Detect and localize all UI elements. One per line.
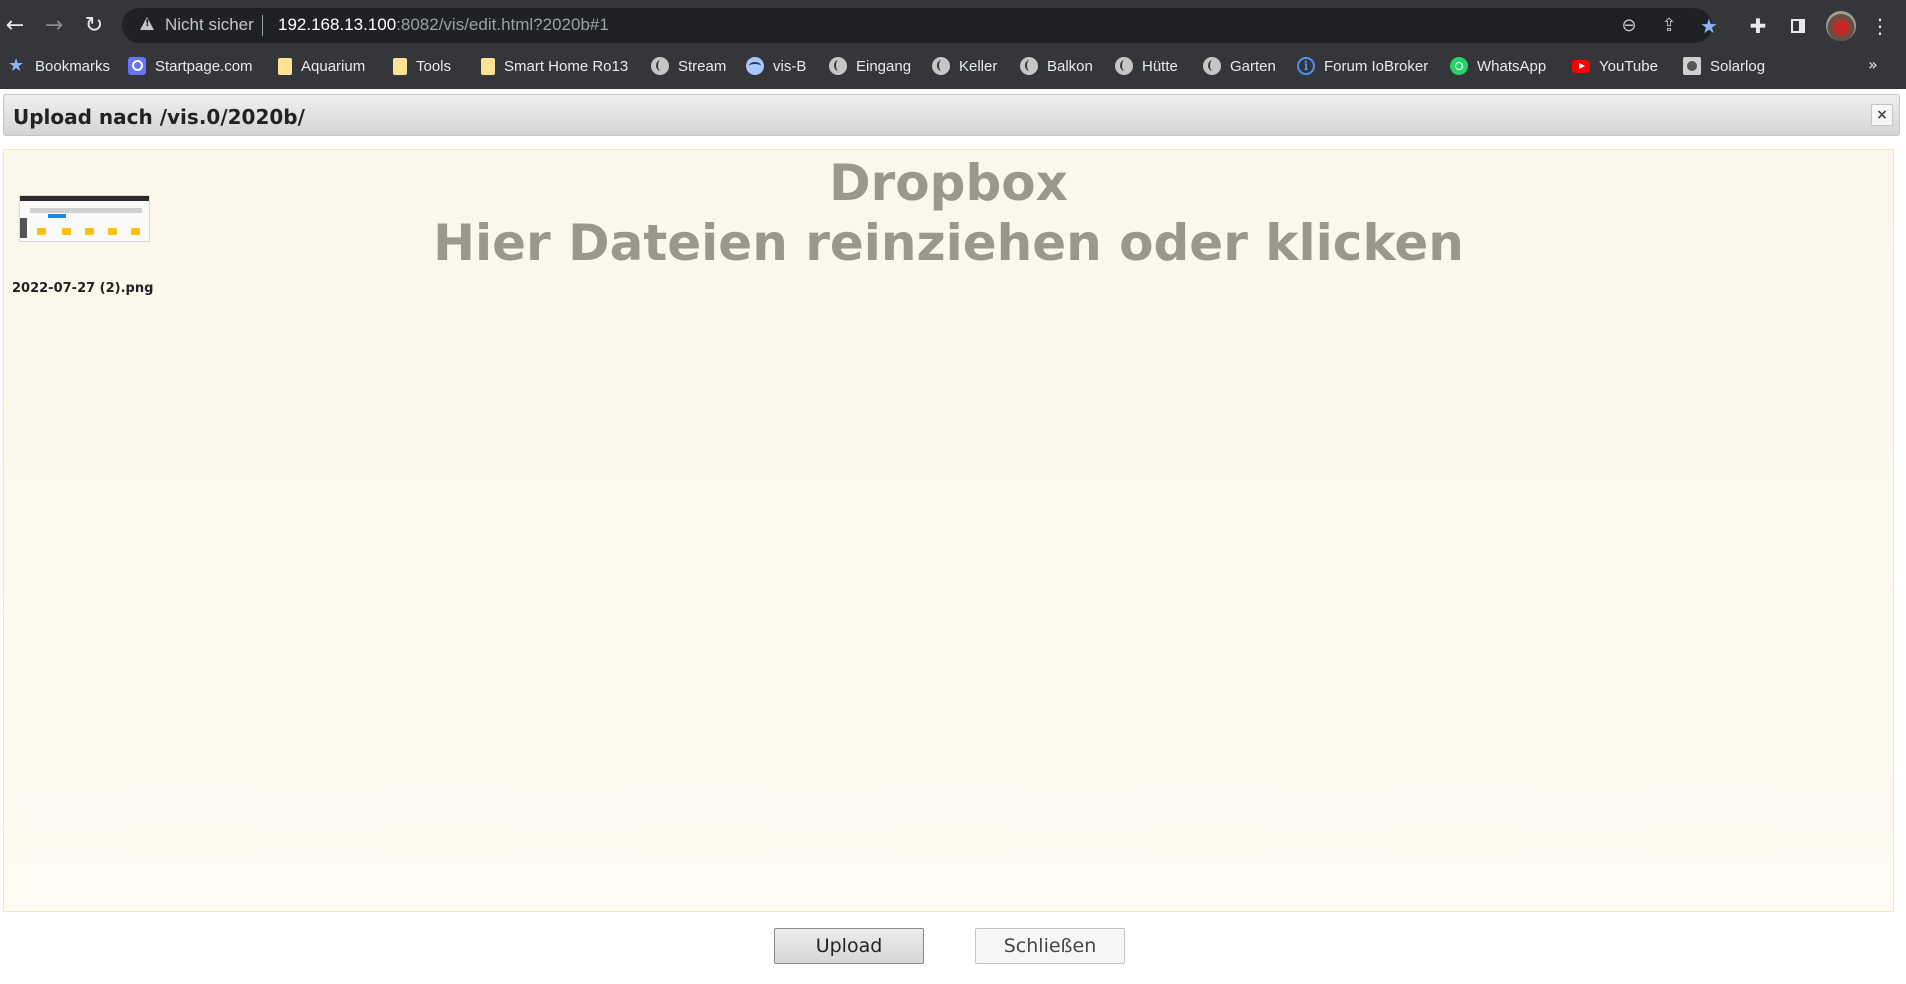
extensions-puzzle-icon[interactable]: ✚ [1744,12,1772,40]
bookmark-aquarium[interactable]: Aquarium [278,51,365,81]
folder-icon [62,228,71,235]
url-host: 192.168.13.100 [278,15,397,34]
bookmark-youtube[interactable]: YouTube [1572,51,1658,81]
profile-avatar[interactable] [1826,11,1856,41]
url-path: :8082/vis/edit.html?2020b#1 [396,15,609,34]
side-panel-icon[interactable] [1784,12,1812,40]
file-thumbnail[interactable] [19,195,150,242]
bookmarks-overflow-icon[interactable]: » [1868,55,1878,74]
youtube-icon [1572,59,1590,73]
url-text[interactable]: 192.168.13.100:8082/vis/edit.html?2020b#… [278,15,609,35]
close-button[interactable]: Schließen [975,928,1125,964]
menu-kebab-icon[interactable]: ⋮ [1866,12,1894,40]
globe-icon [1203,57,1221,75]
bookmark-label: Hütte [1142,57,1178,75]
reload-icon[interactable]: ↻ [80,12,108,40]
address-divider [262,15,263,36]
bookmark-label: Bookmarks [35,57,111,75]
solarlog-icon [1683,57,1701,75]
bookmark-forum-iobroker[interactable]: i Forum IoBroker [1297,51,1428,81]
folder-icon [131,228,140,235]
whatsapp-icon [1450,57,1468,75]
folder-icon [481,57,495,75]
folder-icon [278,57,292,75]
dropzone-instructions: Hier Dateien reinziehen oder klicken [433,214,1464,272]
bookmark-smart-home[interactable]: Smart Home Ro13 [481,51,628,81]
bookmark-keller[interactable]: Keller [932,51,997,81]
dropzone-heading: Dropbox [829,154,1068,212]
security-status[interactable]: Nicht sicher [165,15,254,35]
bookmark-label: Eingang [856,57,912,75]
bookmark-label: YouTube [1599,57,1658,75]
bookmark-label: Stream [678,57,727,75]
bookmark-eingang[interactable]: Eingang [829,51,911,81]
file-name: 2022-07-27 (2).png [12,281,154,296]
dialog-titlebar[interactable]: Upload nach /vis.0/2020b/ × [3,94,1900,136]
bookmark-startpage[interactable]: Startpage.com [128,51,253,81]
bookmark-label: Tools [416,57,452,75]
bookmark-label: Smart Home Ro13 [504,57,629,75]
bookmark-solarlog[interactable]: Solarlog [1683,51,1765,81]
back-arrow-icon[interactable]: ← [1,12,29,40]
address-bar[interactable]: Nicht sicher 192.168.13.100:8082/vis/edi… [122,8,1718,43]
bookmark-huette[interactable]: Hütte [1115,51,1178,81]
globe-icon [932,57,950,75]
bookmark-label: WhatsApp [1477,57,1547,75]
bookmark-tools[interactable]: Tools [393,51,451,81]
globe-icon [651,57,669,75]
bookmark-bookmarks[interactable]: ★ Bookmarks [8,51,110,81]
zoom-out-icon[interactable]: ⊖ [1617,14,1641,38]
thumb-row [30,208,142,213]
star-icon: ★ [8,55,25,76]
dropzone[interactable]: Dropbox Hier Dateien reinziehen oder kli… [3,149,1894,912]
thumb-titlebar [20,196,149,201]
bookmark-stream[interactable]: Stream [651,51,726,81]
forward-arrow-icon[interactable]: → [40,12,68,40]
bookmark-garten[interactable]: Garten [1203,51,1276,81]
bookmark-label: vis-B [773,57,807,75]
bookmark-label: Forum IoBroker [1324,57,1429,75]
upload-button[interactable]: Upload [774,928,924,964]
vis-icon [746,57,764,75]
bookmark-label: Garten [1230,57,1276,75]
startpage-icon [128,57,146,75]
globe-icon [1020,57,1038,75]
folder-icon [108,228,117,235]
folder-icon [393,57,407,75]
bookmark-vis-b[interactable]: vis-B [746,51,806,81]
bookmarks-bar: ★ Bookmarks Startpage.com Aquarium Tools… [0,51,1906,89]
bookmark-whatsapp[interactable]: WhatsApp [1450,51,1546,81]
info-icon: i [1297,57,1315,75]
thumb-sidebar [20,218,27,238]
thumb-selection [48,214,66,218]
bookmark-label: Keller [959,57,998,75]
globe-icon [1115,57,1133,75]
bookmark-label: Aquarium [301,57,366,75]
bookmark-balkon[interactable]: Balkon [1020,51,1093,81]
folder-icon [37,228,46,235]
warning-icon[interactable] [140,17,154,30]
browser-toolbar: ← → ↻ Nicht sicher 192.168.13.100:8082/v… [0,0,1906,51]
star-icon[interactable]: ★ [1697,14,1721,38]
bookmark-label: Balkon [1047,57,1093,75]
folder-icon [85,228,94,235]
close-icon[interactable]: × [1871,104,1893,126]
bookmark-label: Solarlog [1710,57,1766,75]
dialog-title: Upload nach /vis.0/2020b/ [13,105,305,129]
globe-icon [829,57,847,75]
share-icon[interactable]: ⇪ [1657,14,1681,38]
bookmark-label: Startpage.com [155,57,253,75]
